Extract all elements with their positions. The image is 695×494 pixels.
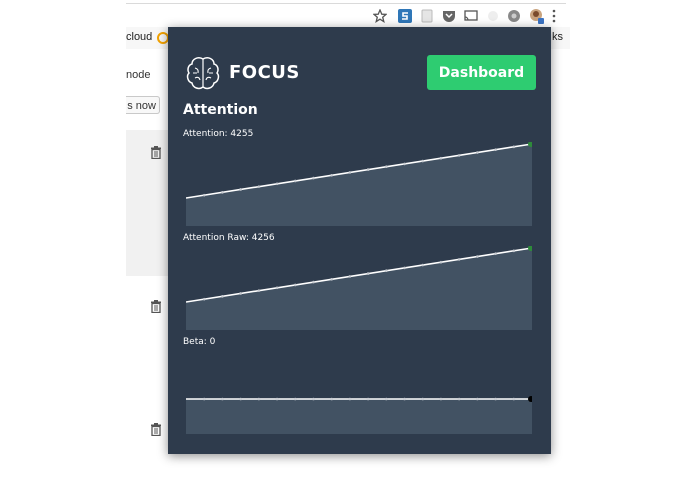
chart-point	[293, 397, 297, 401]
brain-logo-icon	[186, 57, 220, 90]
chart-point	[275, 397, 279, 401]
chart-point	[221, 397, 224, 401]
chart-point	[457, 154, 461, 157]
chart-point	[439, 156, 443, 160]
extension-faded-icon[interactable]	[486, 9, 500, 23]
chart-point	[348, 397, 352, 401]
beta-chart	[186, 396, 532, 434]
chart-point	[366, 168, 370, 171]
extension-gear-icon[interactable]	[507, 9, 521, 23]
attention-raw-chart	[186, 246, 532, 330]
chart-point	[330, 173, 333, 177]
section-title: Attention	[183, 102, 258, 118]
chart-point	[366, 272, 370, 275]
chart-point	[403, 162, 406, 166]
attention-label: Attention: 4255	[183, 129, 254, 139]
chart-point	[476, 151, 479, 154]
background-panel	[126, 130, 170, 276]
chart-point	[421, 263, 425, 267]
address-bar[interactable]	[126, 3, 566, 29]
chart-point	[202, 193, 206, 197]
chart-point	[202, 397, 206, 401]
chart-point	[403, 397, 406, 401]
chart-point	[330, 277, 333, 281]
trash-icon[interactable]	[150, 423, 162, 436]
chart-point	[239, 397, 242, 401]
chart-point	[403, 266, 406, 270]
beta-label: Beta: 0	[183, 337, 216, 347]
chart-point	[293, 179, 297, 183]
page-action-button[interactable]: s now	[126, 96, 160, 114]
chart-point	[257, 397, 261, 401]
chart-point	[494, 397, 497, 401]
chart-point	[494, 252, 497, 255]
chart-point	[366, 397, 370, 401]
chart-point	[421, 397, 425, 401]
trash-icon[interactable]	[150, 146, 162, 159]
chart-point	[293, 283, 297, 287]
focus-popup: FOCUS Dashboard Attention Attention: 425…	[168, 27, 551, 454]
chart-point	[457, 397, 461, 401]
clipboard-icon[interactable]	[420, 9, 434, 23]
chart-point	[494, 148, 497, 151]
chart-point	[330, 397, 333, 401]
chart-area	[186, 144, 532, 226]
chart-area	[186, 248, 532, 330]
focus-extension-icon[interactable]	[528, 8, 544, 24]
pocket-icon[interactable]	[442, 9, 456, 23]
bookmark-item-cloud[interactable]: cloud	[126, 31, 152, 43]
chart-point	[348, 171, 352, 174]
chart-point	[275, 182, 279, 186]
cast-icon[interactable]	[464, 9, 478, 23]
chart-point	[221, 191, 224, 194]
chart-point	[257, 185, 261, 188]
chart-point	[512, 397, 516, 401]
chart-point	[221, 295, 224, 298]
chart-point	[421, 159, 425, 163]
bookmark-item-right[interactable]: ks	[552, 31, 563, 43]
chart-point	[257, 289, 261, 292]
brand-title: FOCUS	[229, 62, 300, 83]
chart-point	[476, 397, 479, 401]
chart-point	[202, 297, 206, 301]
trash-icon[interactable]	[150, 300, 162, 313]
chart-point	[312, 176, 315, 180]
menu-dots-icon[interactable]	[550, 9, 558, 23]
chart-point	[385, 269, 388, 273]
chart-point	[385, 397, 388, 401]
chart-point	[312, 397, 315, 401]
chart-point	[457, 258, 461, 261]
attention-raw-label: Attention Raw: 4256	[183, 233, 275, 243]
attention-chart	[186, 142, 532, 226]
chart-point	[239, 188, 242, 191]
chart-point	[348, 275, 352, 278]
star-icon[interactable]	[373, 9, 387, 23]
chart-area	[186, 399, 532, 434]
chart-point	[512, 249, 516, 253]
chart-point	[312, 280, 315, 284]
mode-text: node	[126, 69, 151, 81]
chart-point	[239, 292, 242, 295]
chart-point	[275, 286, 279, 290]
chart-point	[476, 255, 479, 258]
chart-point	[512, 145, 516, 149]
chart-point	[385, 165, 388, 169]
dashboard-button[interactable]: Dashboard	[427, 55, 536, 90]
chart-point	[439, 397, 443, 401]
chart-point	[439, 260, 443, 264]
extension-s-icon[interactable]	[398, 9, 412, 23]
